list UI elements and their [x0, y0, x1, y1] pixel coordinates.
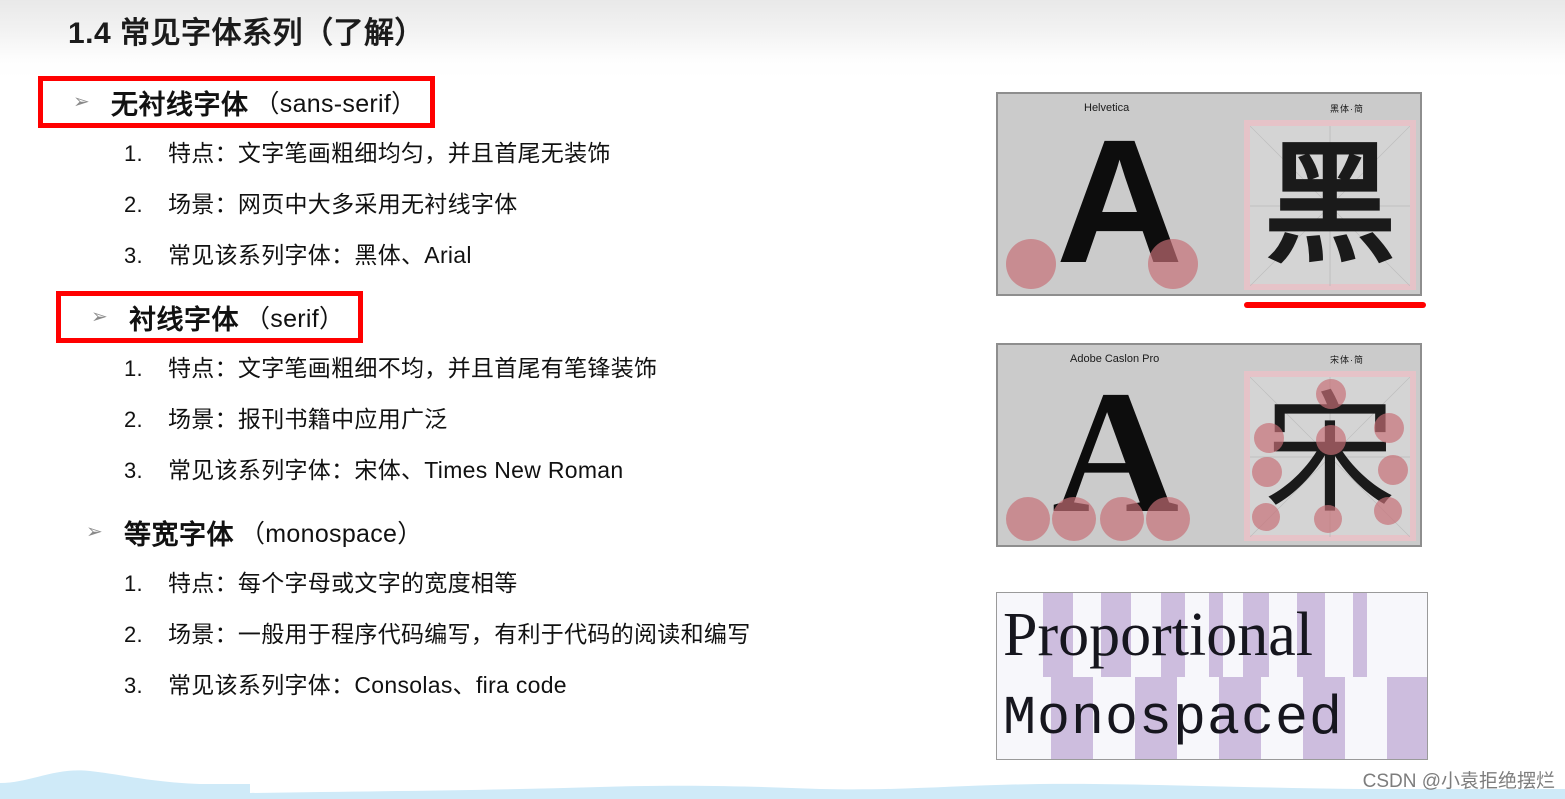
list-item: 2. 场景：报刊书籍中应用广泛 [0, 400, 960, 451]
item-text: 场景：一般用于程序代码编写，有利于代码的阅读和编写 [168, 621, 751, 647]
stroke-terminal-dot [1316, 379, 1346, 409]
heading-label-cn: 等宽字体 [124, 519, 234, 550]
figure-serif-specimen: Adobe Caslon Pro 宋体·简 A 宋 [996, 343, 1422, 547]
stroke-terminal-dot [1254, 423, 1284, 453]
figure-column: Helvetica 黑体·简 A 黑 Adobe Caslon Pro 宋体·简… [996, 92, 1436, 760]
proportional-sample-text: Proportional [1003, 601, 1313, 669]
serif-marker-dot [1100, 497, 1144, 541]
figure-width-comparison: Proportional Monospaced [996, 592, 1428, 760]
serif-marker-dot [1052, 497, 1096, 541]
item-text: 特点：文字笔画粗细均匀，并且首尾无装饰 [168, 140, 611, 166]
stroke-terminal-dot [1374, 497, 1402, 525]
item-text: 特点：每个字母或文字的宽度相等 [168, 570, 518, 596]
stroke-terminal-dot [1314, 505, 1342, 533]
heading-monospace: ➢ 等宽字体 （monospace） [56, 506, 960, 558]
list-item: 3. 常见该系列字体：Consolas、fira code [0, 666, 960, 717]
item-number: 1. [124, 571, 143, 596]
item-text: 常见该系列字体：Consolas、fira code [168, 672, 567, 698]
item-number: 3. [124, 243, 143, 268]
proportional-row: Proportional [997, 593, 1427, 677]
item-text: 常见该系列字体：黑体、Arial [168, 242, 472, 268]
heading-label-en: （monospace） [240, 520, 423, 548]
list-item: 3. 常见该系列字体：黑体、Arial [0, 236, 960, 287]
item-number: 2. [124, 622, 143, 647]
stroke-terminal-dot [1316, 425, 1346, 455]
list-item: 1. 特点：文字笔画粗细均匀，并且首尾无装饰 [0, 134, 960, 185]
item-number: 2. [124, 192, 143, 217]
item-text: 场景：网页中大多采用无衬线字体 [168, 191, 518, 217]
stroke-terminal-dot [1378, 455, 1408, 485]
list-item: 1. 特点：每个字母或文字的宽度相等 [0, 564, 960, 615]
cjk-specimen-box: 宋 [1244, 371, 1416, 541]
item-text: 特点：文字笔画粗细不均，并且首尾有笔锋装饰 [168, 355, 658, 381]
item-number: 1. [124, 141, 143, 166]
item-text: 常见该系列字体：宋体、Times New Roman [168, 457, 624, 483]
list-item: 2. 场景：网页中大多采用无衬线字体 [0, 185, 960, 236]
heading-serif: ➢ 衬线字体 （serif） [56, 291, 364, 343]
cjk-glyph: 黑 [1264, 131, 1396, 278]
item-number: 1. [124, 356, 143, 381]
stroke-terminal-dot [1252, 457, 1282, 487]
heading-label-en: （serif） [245, 305, 345, 333]
figure-cjk-label: 宋体·简 [1330, 355, 1364, 365]
item-number: 3. [124, 673, 143, 698]
watermark: CSDN @小袁拒绝摆烂 [1362, 771, 1555, 792]
item-number: 3. [124, 458, 143, 483]
item-list: 1. 特点：文字笔画粗细均匀，并且首尾无装饰 2. 场景：网页中大多采用无衬线字… [0, 134, 960, 287]
list-item: 1. 特点：文字笔画粗细不均，并且首尾有笔锋装饰 [0, 349, 960, 400]
stroke-terminal-dot [1252, 503, 1280, 531]
item-text: 场景：报刊书籍中应用广泛 [168, 406, 448, 432]
bullet-arrow-icon: ➢ [91, 306, 108, 328]
page-title: 1.4 常见字体系列（了解） [68, 17, 426, 50]
bullet-arrow-icon: ➢ [73, 91, 90, 113]
item-list: 1. 特点：文字笔画粗细不均，并且首尾有笔锋装饰 2. 场景：报刊书籍中应用广泛… [0, 349, 960, 502]
heading-label-cn: 无衬线字体 [111, 89, 249, 120]
serif-marker-dot [1146, 497, 1190, 541]
heading-label-cn: 衬线字体 [129, 304, 239, 335]
monospaced-sample-text: Monospaced [1003, 687, 1344, 750]
item-number: 2. [124, 407, 143, 432]
terminal-marker-dot [1006, 239, 1056, 289]
cjk-specimen-box: 黑 [1244, 120, 1416, 290]
heading-sans-serif: ➢ 无衬线字体 （sans-serif） [38, 76, 436, 128]
list-item: 2. 场景：一般用于程序代码编写，有利于代码的阅读和编写 [0, 615, 960, 666]
heading-label-en: （sans-serif） [254, 90, 417, 118]
section-monospace: ➢ 等宽字体 （monospace） 1. 特点：每个字母或文字的宽度相等 2.… [0, 506, 960, 717]
figure-sans-specimen: Helvetica 黑体·简 A 黑 [996, 92, 1422, 296]
figure-cjk-label: 黑体·简 [1330, 104, 1364, 114]
annotation-underline [1244, 302, 1426, 308]
monospaced-row: Monospaced [997, 677, 1427, 759]
slide-canvas: 1.4 常见字体系列（了解） ➢ 无衬线字体 （sans-serif） 1. 特… [0, 0, 1565, 799]
section-serif: ➢ 衬线字体 （serif） 1. 特点：文字笔画粗细不均，并且首尾有笔锋装饰 … [0, 291, 960, 502]
stroke-terminal-dot [1374, 413, 1404, 443]
item-list: 1. 特点：每个字母或文字的宽度相等 2. 场景：一般用于程序代码编写，有利于代… [0, 564, 960, 717]
content-list: ➢ 无衬线字体 （sans-serif） 1. 特点：文字笔画粗细均匀，并且首尾… [0, 76, 960, 776]
section-sans-serif: ➢ 无衬线字体 （sans-serif） 1. 特点：文字笔画粗细均匀，并且首尾… [0, 76, 960, 287]
terminal-marker-dot [1148, 239, 1198, 289]
serif-marker-dot [1006, 497, 1050, 541]
bullet-arrow-icon: ➢ [86, 521, 103, 543]
list-item: 3. 常见该系列字体：宋体、Times New Roman [0, 451, 960, 502]
